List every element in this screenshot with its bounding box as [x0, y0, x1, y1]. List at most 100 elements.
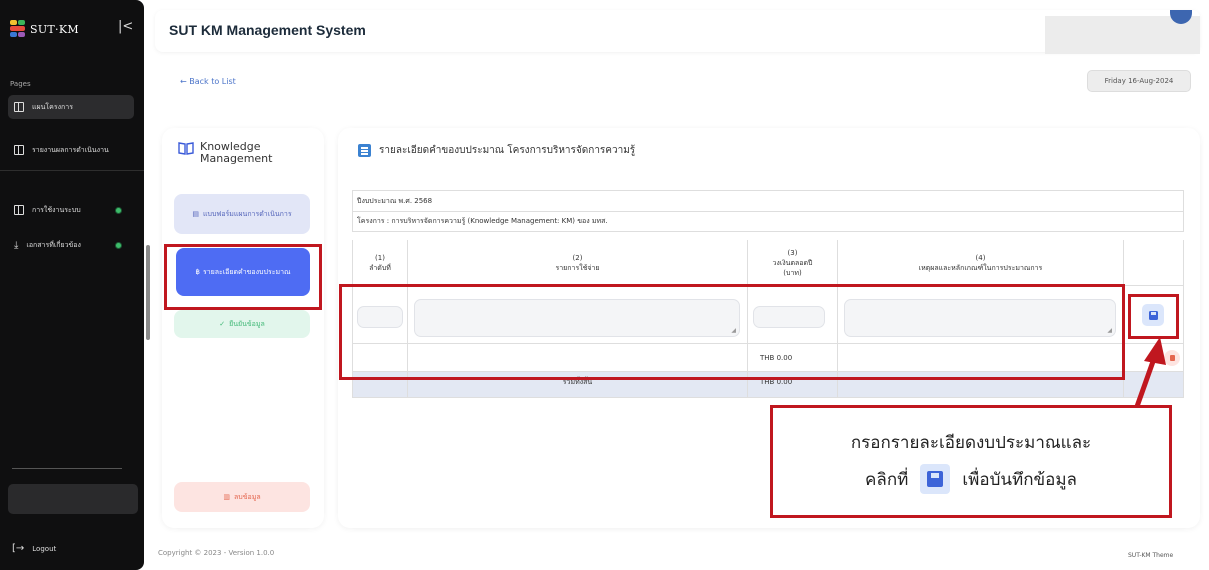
table-icon	[14, 102, 24, 112]
col-header-item: (2) รายการใช้จ่าย	[408, 240, 748, 286]
table-cell: ◢	[838, 286, 1124, 344]
sidebar-divider	[12, 468, 122, 469]
sidebar-divider	[0, 170, 144, 171]
budget-detail-label: รายละเอียดคำของบประมาณ	[202, 267, 291, 276]
arrow-annotation	[1131, 337, 1166, 415]
fiscal-year-row: ปีงบประมาณ พ.ศ. 2568	[352, 190, 1184, 211]
logo-icon	[10, 20, 26, 38]
col-num: (2)	[572, 253, 583, 262]
input-row: ◢ ◢	[352, 286, 1184, 344]
total-row: รวมทั้งสิ้น THB 0.00	[352, 372, 1184, 398]
copyright: Copyright © 2023 - Version 1.0.0	[158, 549, 275, 557]
budget-icon: ฿	[195, 267, 200, 276]
confirm-data-button[interactable]: ✓ ยืนยันข้อมูล	[174, 310, 310, 338]
delete-label: ลบข้อมูล	[233, 492, 261, 501]
project-row: โครงการ : การบริหารจัดการความรู้ (Knowle…	[352, 211, 1184, 232]
left-panel: Knowledge Management ▤ แบบฟอร์มแผนการดำเ…	[162, 128, 324, 528]
sidebar-item-documents[interactable]: ⤓ เอกสารที่เกี่ยวข้อง	[8, 233, 134, 257]
sidebar-item-project-plan[interactable]: แผนโครงการ	[8, 95, 134, 119]
sidebar-item-label: แผนโครงการ	[32, 102, 73, 111]
trash-icon	[1169, 355, 1175, 361]
section-title: รายละเอียดคำของบประมาณ โครงการบริหารจัดก…	[358, 143, 635, 158]
logout-label: Logout	[32, 544, 57, 553]
col-label: ลำดับที่	[369, 263, 391, 272]
callout-line2: คลิกที่ เพื่อบันทึกข้อมูล	[865, 464, 1077, 494]
logout-icon: [→	[12, 543, 25, 554]
brand[interactable]: SUT·KM	[10, 20, 79, 38]
save-button[interactable]	[1142, 304, 1164, 326]
instruction-callout: กรอกรายละเอียดงบประมาณและ คลิกที่ เพื่อบ…	[770, 405, 1172, 518]
table-cell	[352, 372, 408, 398]
status-dot	[115, 206, 122, 214]
trash-icon: ▥	[223, 493, 230, 501]
total-label: รวมทั้งสิ้น	[408, 372, 748, 398]
download-icon: ⤓	[14, 239, 19, 251]
collapse-sidebar-icon[interactable]: |<	[118, 19, 133, 34]
table-cell	[352, 344, 408, 372]
back-to-list-link[interactable]: ← Back to List	[180, 77, 236, 86]
delete-data-button[interactable]: ▥ ลบข้อมูล	[174, 482, 310, 512]
table-header: (1) ลำดับที่ (2) รายการใช้จ่าย (3) วงเงิ…	[352, 240, 1184, 286]
plan-form-label: แบบฟอร์มแผนการดำเนินการ	[202, 209, 292, 218]
avatar[interactable]	[1170, 10, 1192, 24]
no-input[interactable]	[357, 306, 403, 328]
sidebar: SUT·KM |< Pages แผนโครงการ รายงานผลการดำ…	[0, 0, 144, 570]
col-header-amount: (3) วงเงินตลอดปี (บาท)	[748, 240, 838, 286]
table-cell	[408, 344, 748, 372]
sidebar-item-label: รายงานผลการดำเนินงาน	[32, 145, 109, 154]
sidebar-item-label: การใช้งานระบบ	[32, 205, 81, 214]
total-amount: THB 0.00	[748, 372, 838, 398]
logout-button[interactable]: [→ Logout	[12, 543, 56, 554]
km-title-line2: Management	[200, 152, 273, 165]
table-cell	[352, 286, 408, 344]
col-label: เหตุผลและหลักเกณฑ์ในการประมาณการ	[918, 263, 1043, 272]
table-cell	[838, 372, 1124, 398]
amount-input[interactable]	[753, 306, 825, 328]
list-icon	[358, 144, 371, 157]
plan-form-button[interactable]: ▤ แบบฟอร์มแผนการดำเนินการ	[174, 194, 310, 234]
table-row: THB 0.00	[352, 344, 1184, 372]
sidebar-item-label: เอกสารที่เกี่ยวข้อง	[26, 240, 81, 249]
col-header-no: (1) ลำดับที่	[352, 240, 408, 286]
callout-click-text: คลิกที่	[865, 469, 909, 490]
form-icon: ▤	[192, 209, 199, 218]
budget-table: ปีงบประมาณ พ.ศ. 2568 โครงการ : การบริหาร…	[352, 190, 1184, 398]
brand-name: SUT·KM	[30, 22, 79, 36]
col-label: วงเงินตลอดปี	[772, 258, 813, 267]
sidebar-scrollbar[interactable]	[146, 245, 150, 340]
check-circle-icon: ✓	[219, 320, 226, 328]
col-num: (1)	[375, 253, 385, 262]
document-icon	[14, 145, 24, 155]
col-header-actions	[1124, 240, 1184, 286]
col-label: รายการใช้จ่าย	[555, 263, 600, 272]
row-amount: THB 0.00	[748, 344, 838, 372]
top-header: SUT KM Management System	[155, 10, 1200, 54]
callout-line1: กรอกรายละเอียดงบประมาณและ	[850, 433, 1092, 453]
item-textarea[interactable]: ◢	[414, 299, 740, 337]
table-icon	[14, 205, 24, 215]
reason-textarea[interactable]: ◢	[844, 299, 1116, 337]
table-cell	[838, 344, 1124, 372]
col-num: (4)	[975, 253, 986, 262]
col-num: (3)	[787, 248, 798, 257]
table-cell: ◢	[408, 286, 748, 344]
app-title: SUT KM Management System	[169, 22, 366, 38]
resize-grip-icon[interactable]: ◢	[731, 327, 736, 334]
book-icon	[178, 142, 194, 155]
col-header-reason: (4) เหตุผลและหลักเกณฑ์ในการประมาณการ	[838, 240, 1124, 286]
theme-label: SUT-KM Theme	[1128, 552, 1174, 559]
budget-detail-button[interactable]: ฿ รายละเอียดคำของบประมาณ	[176, 248, 310, 296]
confirm-label: ยืนยันข้อมูล	[229, 319, 265, 328]
callout-save-text: เพื่อบันทึกข้อมูล	[962, 469, 1077, 490]
col-sub: (บาท)	[783, 268, 802, 277]
resize-grip-icon[interactable]: ◢	[1107, 327, 1112, 334]
sidebar-item-report[interactable]: รายงานผลการดำเนินงาน	[8, 138, 134, 162]
floppy-disk-icon	[1148, 310, 1158, 320]
account-area-redacted[interactable]	[1045, 10, 1200, 54]
km-title: Knowledge Management	[178, 141, 272, 165]
section-title-text: รายละเอียดคำของบประมาณ โครงการบริหารจัดก…	[379, 145, 636, 156]
user-profile-redacted[interactable]	[8, 484, 138, 514]
status-dot	[115, 241, 122, 249]
floppy-disk-icon	[920, 464, 951, 494]
sidebar-item-usage[interactable]: การใช้งานระบบ	[8, 198, 134, 222]
